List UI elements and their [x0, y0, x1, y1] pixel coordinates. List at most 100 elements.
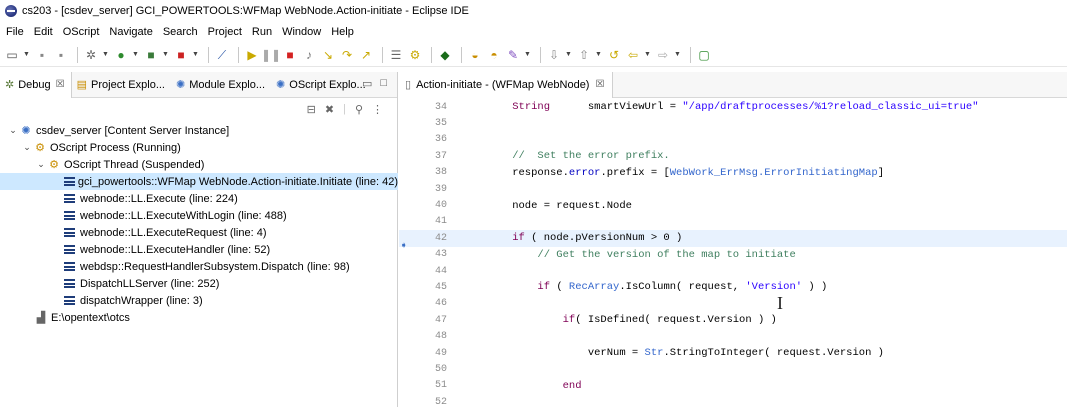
- stack-frame[interactable]: webdsp::RequestHandlerSubsystem.Dispatch…: [0, 258, 398, 275]
- code-line[interactable]: 35: [399, 115, 1067, 131]
- tab-oscript-explorer[interactable]: ✺ OScript Explo...: [271, 72, 372, 98]
- new-dropdown-icon[interactable]: ▼: [23, 51, 30, 58]
- remove-terminated-icon[interactable]: ✖: [325, 103, 334, 116]
- code-token: RecArray: [568, 281, 620, 294]
- code-line[interactable]: ➧ 42 if ( node.pVersionNum > 0 ): [399, 230, 1067, 251]
- external-tools-dropdown-icon[interactable]: ▼: [192, 51, 199, 58]
- code-line[interactable]: 39: [399, 181, 1067, 197]
- save-icon[interactable]: ▪: [34, 47, 50, 63]
- code-line[interactable]: 50: [399, 361, 1067, 377]
- menu-search[interactable]: Search: [163, 26, 198, 38]
- debug-tree: ⌄ ✺ csdev_server [Content Server Instanc…: [0, 122, 398, 326]
- terminate-icon[interactable]: ■: [282, 47, 298, 63]
- code-line[interactable]: 44: [399, 263, 1067, 279]
- chevron-down-icon[interactable]: ⌄: [22, 142, 32, 153]
- tab-debug[interactable]: ✲ Debug ☒: [0, 71, 72, 98]
- view-menu-icon[interactable]: ⋮: [372, 103, 383, 116]
- editor-tab-action-initiate[interactable]: ▯ Action-initiate - (WFMap WebNode) ☒: [399, 71, 614, 98]
- menu-file[interactable]: File: [6, 26, 24, 38]
- stack-frame[interactable]: webnode::LL.ExecuteRequest (line: 4): [0, 224, 398, 241]
- run-config-icon[interactable]: ■: [143, 47, 159, 63]
- stack-frame[interactable]: dispatchWrapper (line: 3): [0, 292, 398, 309]
- tree-node-process[interactable]: ⌄ ⚙ OScript Process (Running): [0, 139, 398, 156]
- step-over-icon[interactable]: ↷: [339, 47, 355, 63]
- tree-node-path[interactable]: ▟ E:\opentext\otcs: [0, 309, 398, 326]
- stack-frame[interactable]: webnode::LL.ExecuteHandler (line: 52): [0, 241, 398, 258]
- open-folder-icon[interactable]: ◓: [486, 47, 502, 63]
- stack-frame[interactable]: webnode::LL.Execute (line: 224): [0, 190, 398, 207]
- new-icon[interactable]: ▭: [4, 47, 20, 63]
- prev-annotation-dropdown-icon[interactable]: ▼: [595, 51, 602, 58]
- code-line[interactable]: 38 response. error .prefix = [WebWork_ErrM…: [399, 165, 1067, 181]
- next-annotation-dropdown-icon[interactable]: ▼: [565, 51, 572, 58]
- chevron-down-icon[interactable]: ⌄: [36, 159, 46, 170]
- code-line[interactable]: 47 if( IsDefined( request.Version ) ): [399, 312, 1067, 328]
- last-edit-icon[interactable]: ↺: [606, 47, 622, 63]
- open-module-icon[interactable]: ◒: [467, 47, 483, 63]
- back-icon[interactable]: ⇦: [625, 47, 641, 63]
- tab-project-explorer[interactable]: ▤ Project Explo...: [72, 72, 171, 98]
- edit-pencil-icon[interactable]: ✎: [505, 47, 521, 63]
- maximize-icon[interactable]: □: [380, 77, 387, 90]
- menu-run[interactable]: Run: [252, 26, 272, 38]
- suspend-icon[interactable]: ❚❚: [261, 47, 281, 63]
- prev-annotation-icon[interactable]: ⇧: [576, 47, 592, 63]
- debug-icon[interactable]: ✲: [83, 47, 99, 63]
- oscript-icon[interactable]: ◆: [437, 47, 453, 63]
- code-editor[interactable]: 34 String smartViewUrl = "/app/draftproc…: [399, 99, 1067, 407]
- debug-dropdown-icon[interactable]: ▼: [102, 51, 109, 58]
- run-icon[interactable]: ●: [113, 47, 129, 63]
- tab-module-explorer[interactable]: ✺ Module Explo...: [171, 72, 271, 98]
- stack-frame[interactable]: gci_powertools::WFMap WebNode.Action-ini…: [0, 173, 398, 190]
- code-token: 'Version': [745, 281, 803, 294]
- collapse-all-icon[interactable]: ⊟: [307, 103, 316, 116]
- menu-oscript[interactable]: OScript: [63, 26, 100, 38]
- next-annotation-icon[interactable]: ⇩: [546, 47, 562, 63]
- code-line[interactable]: 45 if ( RecArray .IsColumn( request, 'Ver…: [399, 279, 1067, 295]
- close-icon[interactable]: ☒: [595, 79, 604, 90]
- step-into-icon[interactable]: ↘: [320, 47, 336, 63]
- save-all-icon[interactable]: ▪: [53, 47, 69, 63]
- code-line[interactable]: 48: [399, 328, 1067, 344]
- menu-edit[interactable]: Edit: [34, 26, 53, 38]
- minimize-icon[interactable]: ▭: [362, 77, 372, 90]
- resume-icon[interactable]: ▶: [244, 47, 260, 63]
- external-tools-icon[interactable]: ■: [173, 47, 189, 63]
- code-line[interactable]: 36: [399, 132, 1067, 148]
- code-line[interactable]: 46: [399, 296, 1067, 312]
- text-cursor-icon: I: [777, 293, 783, 313]
- code-line[interactable]: 37 // Set the error prefix.: [399, 148, 1067, 164]
- menu-project[interactable]: Project: [208, 26, 242, 38]
- code-line[interactable]: 41: [399, 214, 1067, 230]
- pin-editor-icon[interactable]: ▢: [696, 47, 712, 63]
- build-icon[interactable]: ⚙: [407, 47, 423, 63]
- menu-help[interactable]: Help: [331, 26, 354, 38]
- code-line[interactable]: 40 node = request.Node: [399, 197, 1067, 213]
- skip-breakpoints-icon[interactable]: ⟋: [214, 47, 230, 63]
- tree-node-thread[interactable]: ⌄ ⚙ OScript Thread (Suspended): [0, 156, 398, 173]
- stack-frame[interactable]: webnode::LL.ExecuteWithLogin (line: 488): [0, 207, 398, 224]
- forward-icon[interactable]: ⇨: [655, 47, 671, 63]
- use-step-filters-icon[interactable]: ☰: [388, 47, 404, 63]
- menu-navigate[interactable]: Navigate: [109, 26, 152, 38]
- forward-dropdown-icon[interactable]: ▼: [674, 51, 681, 58]
- code-line[interactable]: 49 verNum = Str .StringToInteger( request…: [399, 345, 1067, 361]
- run-dropdown-icon[interactable]: ▼: [132, 51, 139, 58]
- tree-node-server[interactable]: ⌄ ✺ csdev_server [Content Server Instanc…: [0, 122, 398, 139]
- menu-window[interactable]: Window: [282, 26, 321, 38]
- disconnect-icon[interactable]: ♪: [301, 47, 317, 63]
- code-line[interactable]: 51 end: [399, 378, 1067, 394]
- line-number: 46: [434, 298, 447, 310]
- code-line[interactable]: 34 String smartViewUrl = "/app/draftproc…: [399, 99, 1067, 115]
- code-line[interactable]: 52: [399, 394, 1067, 407]
- run-config-dropdown-icon[interactable]: ▼: [162, 51, 169, 58]
- close-icon[interactable]: ☒: [56, 79, 65, 90]
- stack-frame-label: dispatchWrapper (line: 3): [80, 294, 203, 307]
- step-return-icon[interactable]: ↗: [358, 47, 374, 63]
- filter-icon[interactable]: ⚲: [355, 103, 363, 116]
- chevron-down-icon[interactable]: ⌄: [8, 125, 18, 136]
- stack-frame[interactable]: DispatchLLServer (line: 252): [0, 275, 398, 292]
- code-line[interactable]: 43 // Get the version of the map to init…: [399, 247, 1067, 263]
- back-dropdown-icon[interactable]: ▼: [644, 51, 651, 58]
- edit-dropdown-icon[interactable]: ▼: [524, 51, 531, 58]
